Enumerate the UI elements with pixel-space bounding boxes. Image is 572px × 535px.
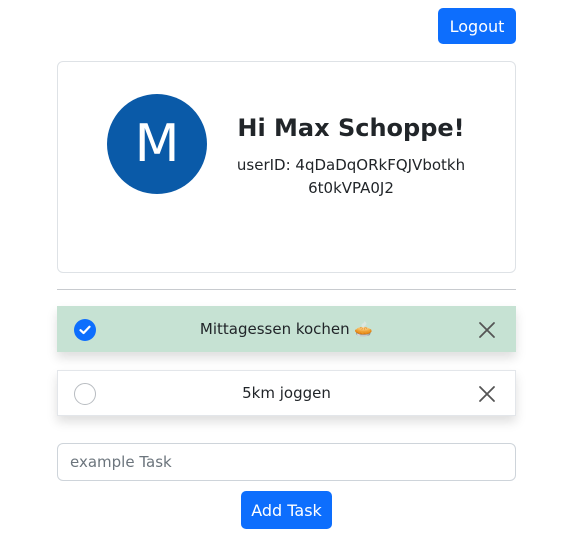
greeting-heading: Hi Max Schoppe!: [237, 114, 465, 142]
task-label: Mittagessen kochen 🥧: [199, 320, 374, 338]
delete-task-icon[interactable]: [477, 384, 497, 404]
user-id-text: userID: 4qDaDqORkFQJVbotkh6t0kVPA0J2: [236, 156, 466, 197]
delete-task-icon[interactable]: [477, 320, 497, 340]
task-item[interactable]: Mittagessen kochen 🥧: [57, 306, 516, 352]
task-item[interactable]: 5km joggen: [57, 370, 516, 416]
new-task-input[interactable]: [57, 443, 516, 481]
divider: [57, 289, 516, 290]
profile-card: M Hi Max Schoppe! userID: 4qDaDqORkFQJVb…: [57, 61, 516, 273]
checkbox-checked-icon[interactable]: [74, 319, 96, 341]
add-task-button[interactable]: Add Task: [241, 491, 332, 529]
logout-button[interactable]: Logout: [438, 8, 516, 44]
checkbox-unchecked-icon[interactable]: [74, 383, 96, 405]
avatar: M: [107, 94, 207, 194]
task-label: 5km joggen: [242, 384, 331, 402]
